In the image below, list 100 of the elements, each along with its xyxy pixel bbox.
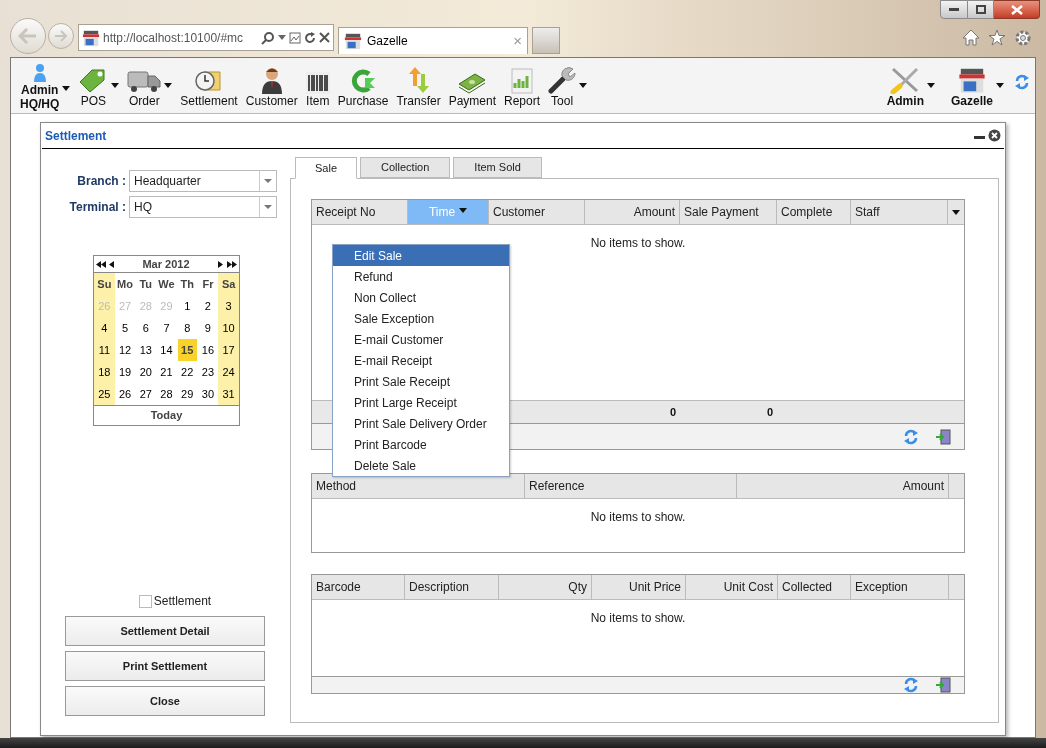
column-header[interactable]: Amount	[737, 474, 949, 498]
close-button[interactable]	[994, 0, 1040, 19]
toolbar-button[interactable]: Gazelle	[946, 62, 1008, 108]
menu-item[interactable]: Delete Sale	[333, 455, 509, 476]
tab[interactable]: Item Sold	[453, 157, 542, 178]
toolbar-button[interactable]: Item	[301, 62, 334, 108]
toolbar-button[interactable]: Report	[500, 62, 545, 108]
close-icon[interactable]	[988, 129, 1001, 142]
home-icon[interactable]	[962, 29, 980, 46]
refresh-icon[interactable]	[1014, 74, 1030, 90]
dropdown-icon[interactable]	[278, 35, 286, 40]
calendar-day[interactable]: 25	[94, 383, 115, 405]
calendar-day[interactable]: 30	[197, 383, 219, 405]
calendar-day[interactable]: 21	[156, 361, 177, 383]
menu-item[interactable]: Non Collect	[333, 287, 509, 308]
column-header[interactable]: Unit Price	[592, 575, 686, 599]
settings-icon[interactable]	[1014, 29, 1032, 47]
toolbar-button[interactable]: Purchase	[333, 62, 393, 108]
today-button[interactable]: Today	[94, 405, 239, 425]
calendar-day[interactable]: 2	[197, 295, 219, 317]
column-header[interactable]: Sale Payment	[680, 200, 777, 224]
action-button[interactable]: Close	[65, 686, 265, 716]
combo-box[interactable]: HQ	[129, 196, 277, 218]
export-icon[interactable]	[935, 677, 951, 693]
column-menu-icon[interactable]	[952, 209, 960, 215]
column-header[interactable]: Unit Cost	[686, 575, 778, 599]
menu-item[interactable]: Print Barcode	[333, 434, 509, 455]
calendar-day[interactable]: 31	[218, 383, 239, 405]
settlement-checkbox[interactable]	[138, 594, 152, 608]
toolbar-button[interactable]: Order	[123, 62, 177, 108]
calendar-day[interactable]: 18	[94, 361, 115, 383]
calendar-day[interactable]: 19	[114, 361, 136, 383]
combo-box[interactable]: Headquarter	[129, 170, 277, 192]
close-icon[interactable]	[319, 32, 330, 43]
calendar-day[interactable]: 23	[197, 361, 219, 383]
calendar-day[interactable]: 8	[176, 317, 198, 339]
menu-item[interactable]: Refund	[333, 266, 509, 287]
toolbar-button[interactable]: Admin HQ/HQ	[16, 51, 75, 111]
calendar-day[interactable]: 15	[177, 339, 197, 361]
previous-year-icon[interactable]	[96, 260, 106, 268]
action-button[interactable]: Print Settlement	[65, 651, 265, 681]
calendar-day[interactable]: 1	[176, 295, 198, 317]
column-header[interactable]: Customer	[489, 200, 585, 224]
address-bar[interactable]: http://localhost:10100/#mc	[78, 24, 334, 51]
star-icon[interactable]	[988, 29, 1006, 46]
maximize-button[interactable]	[968, 0, 994, 19]
menu-item[interactable]: Print Sale Receipt	[333, 371, 509, 392]
toolbar-button[interactable]: Transfer	[392, 62, 445, 108]
menu-item[interactable]: E-mail Customer	[333, 329, 509, 350]
compatibility-icon[interactable]	[289, 31, 301, 44]
next-year-icon[interactable]	[227, 260, 237, 268]
calendar-day[interactable]: 16	[197, 339, 219, 361]
menu-item[interactable]: E-mail Receipt	[333, 350, 509, 371]
tab[interactable]: Sale	[295, 157, 358, 179]
minimize-icon[interactable]	[974, 135, 985, 140]
calendar-day[interactable]: 28	[156, 383, 177, 405]
column-header[interactable]: Complete	[777, 200, 851, 224]
refresh-icon[interactable]	[304, 31, 316, 44]
calendar-day[interactable]: 9	[197, 317, 219, 339]
menu-item[interactable]: Edit Sale	[333, 245, 509, 266]
column-header[interactable]: Collected	[778, 575, 851, 599]
calendar-day[interactable]: 20	[135, 361, 157, 383]
menu-item[interactable]: Print Large Receipt	[333, 392, 509, 413]
minimize-button[interactable]	[940, 0, 968, 19]
previous-month-icon[interactable]	[109, 260, 114, 268]
calendar-day[interactable]: 12	[114, 339, 136, 361]
column-header[interactable]: Staff	[851, 200, 948, 224]
column-header[interactable]: Description	[405, 575, 499, 599]
calendar-day[interactable]: 14	[156, 339, 177, 361]
calendar-day[interactable]: 11	[94, 339, 115, 361]
calendar-day[interactable]: 3	[218, 295, 239, 317]
toolbar-button[interactable]: Tool	[544, 62, 592, 108]
toolbar-button[interactable]: POS	[74, 62, 124, 108]
calendar-day[interactable]: 24	[218, 361, 239, 383]
calendar-day[interactable]: 13	[135, 339, 157, 361]
column-header[interactable]: Amount	[585, 200, 680, 224]
action-button[interactable]: Settlement Detail	[65, 616, 265, 646]
toolbar-button[interactable]: Payment	[444, 62, 501, 108]
column-header[interactable]: Barcode	[312, 575, 405, 599]
export-icon[interactable]	[935, 428, 951, 445]
search-icon[interactable]	[261, 30, 275, 45]
column-header[interactable]: Method	[312, 474, 525, 498]
column-header[interactable]: Qty	[499, 575, 592, 599]
calendar-day[interactable]: 6	[135, 317, 157, 339]
column-header[interactable]: Exception	[851, 575, 949, 599]
menu-item[interactable]: Print Sale Delivery Order	[333, 413, 509, 434]
calendar-day[interactable]: 22	[176, 361, 198, 383]
calendar-day[interactable]: 26	[114, 383, 136, 405]
next-month-icon[interactable]	[218, 260, 223, 268]
calendar-day[interactable]: 4	[94, 317, 115, 339]
calendar-day[interactable]: 10	[218, 317, 239, 339]
calendar-day[interactable]: 7	[156, 317, 177, 339]
toolbar-button[interactable]: Customer	[241, 62, 302, 108]
browser-tab[interactable]: Gazelle ×	[338, 27, 528, 54]
tab[interactable]: Collection	[360, 157, 451, 178]
calendar-day[interactable]: 17	[218, 339, 239, 361]
column-header[interactable]: Reference	[525, 474, 737, 498]
calendar-day[interactable]: 29	[176, 383, 198, 405]
toolbar-button[interactable]: Settlement	[176, 62, 242, 108]
calendar-day[interactable]: 27	[135, 383, 157, 405]
